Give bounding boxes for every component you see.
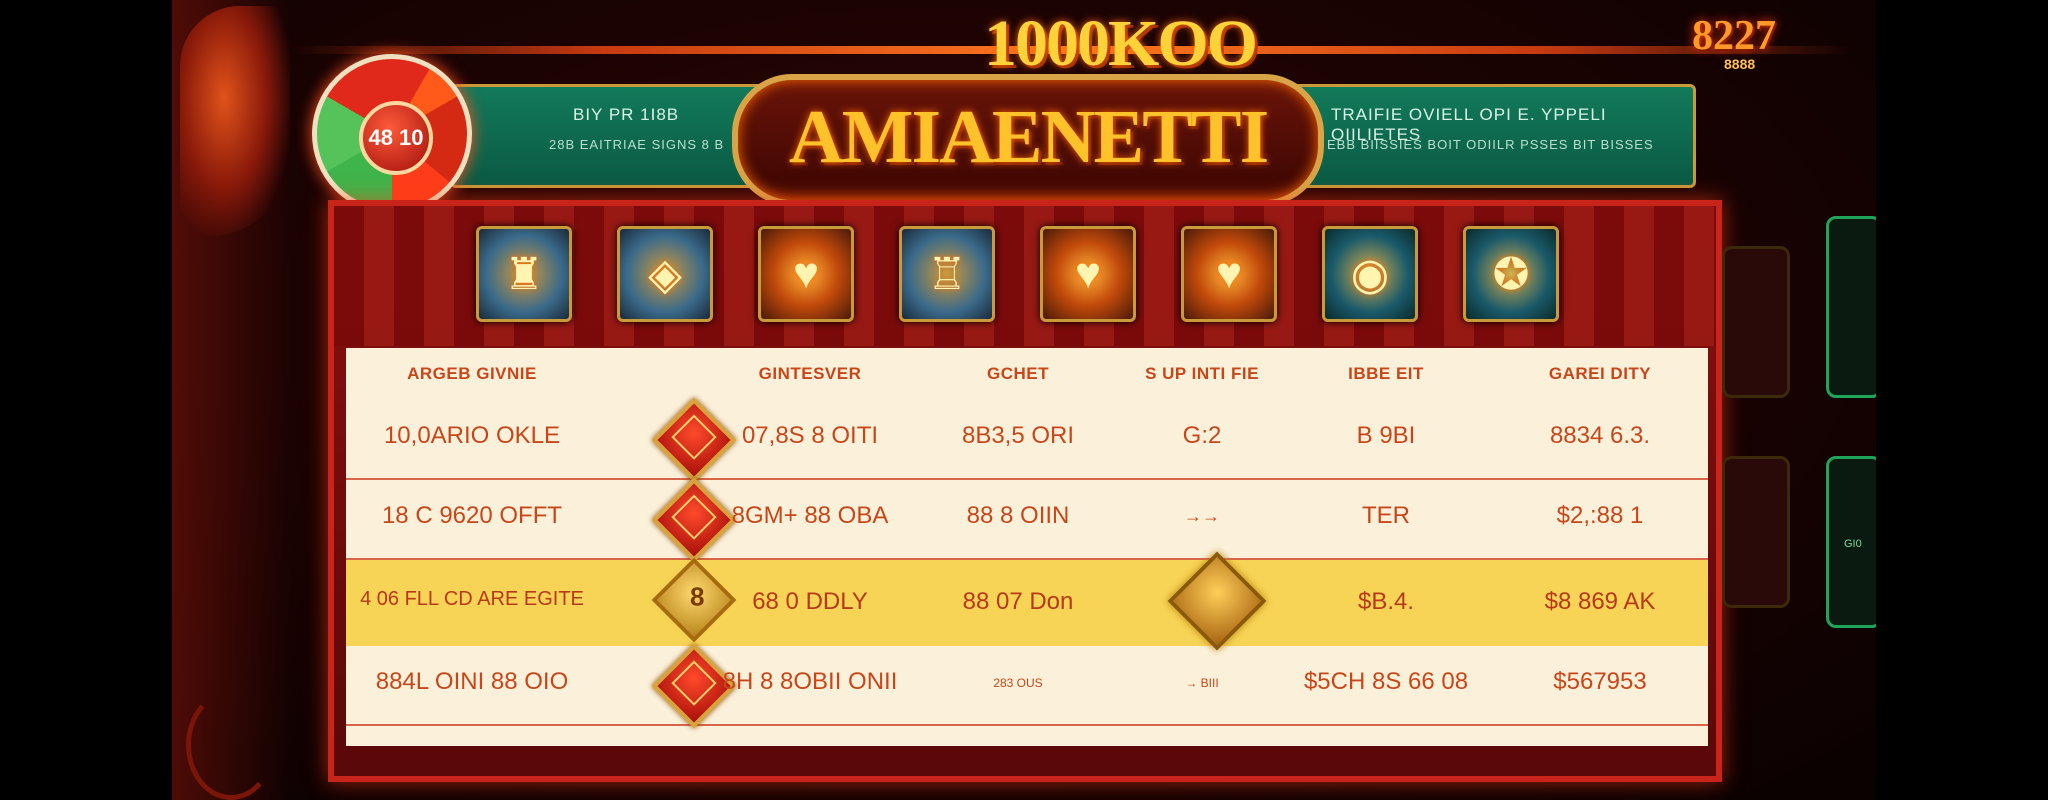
paytable-panel: ♜ ◈ ♥ ♖ ♥ ♥ ◉ ✪ ARGEB GIVNIE GINTESVER GCHET S … [328, 200, 1722, 782]
symbol-glyph-icon: ♥ [1074, 249, 1102, 298]
tower-symbol[interactable]: ♜ [476, 226, 572, 322]
title-plaque: AMIAENETTI [732, 74, 1324, 206]
cell: 88 8 OIIN [966, 502, 1070, 529]
cell: 68 0 DDLY [752, 588, 868, 615]
side-card-green[interactable] [1826, 216, 1876, 398]
cell: 07,8S 8 OITI [741, 422, 879, 449]
cell: 4 06 FLL CD ARE EGITE [360, 588, 584, 610]
gem-icon [651, 477, 737, 563]
seal-symbol[interactable]: ✪ [1463, 226, 1559, 322]
swirl-decoration-bottom [186, 690, 276, 800]
cell: 8GM+ 88 OBA [731, 502, 889, 529]
cell: $8 869 AK [1544, 588, 1656, 615]
emblem-symbol[interactable]: ◈ [617, 226, 713, 322]
cell: B 9BI [1356, 422, 1416, 449]
paytable: ARGEB GIVNIE GINTESVER GCHET S UP INTI F… [346, 348, 1708, 746]
header-col-6: GAREI DITY [1548, 364, 1652, 383]
cell: $2,:88 1 [1556, 502, 1644, 529]
bonus-medallion-icon [1167, 551, 1267, 651]
symbol-glyph-icon: ◈ [648, 249, 682, 299]
header-col-5: IBBE EIT [1348, 364, 1424, 383]
banner-left-line1: BIY PR 1I8B [573, 105, 680, 124]
symbol-glyph-icon: ♖ [927, 249, 967, 299]
side-card-label: GI0 [1844, 538, 1862, 550]
table-row[interactable]: 10,0ARIO OKLE 07,8S 8 OITI 8B3,5 ORI G:2… [346, 397, 1708, 483]
cell: 8B3,5 ORI [961, 422, 1075, 449]
cell: 8834 6.3. [1549, 422, 1651, 449]
spin-wheel[interactable]: 48 10 [312, 54, 472, 214]
cell: 10,0ARIO OKLE [383, 422, 561, 449]
info-banner-right: TRAIFIE OVIELL OPI E. YPPELI OIILIETES E… [1292, 84, 1696, 188]
coin-label: 8 [689, 581, 705, 612]
header-col-1: ARGEB GIVNIE [407, 364, 537, 383]
spin-wheel-hub[interactable]: 48 10 [359, 101, 433, 175]
symbol-glyph-icon: ♥ [792, 249, 820, 298]
symbol-strip: ♜ ◈ ♥ ♖ ♥ ♥ ◉ ✪ [476, 226, 1559, 322]
symbol-glyph-icon: ♜ [504, 249, 544, 299]
cell: G:2 [1182, 422, 1222, 449]
castle-symbol[interactable]: ♖ [899, 226, 995, 322]
cell: $B.4. [1357, 588, 1415, 615]
flame-swirl-decoration [180, 6, 290, 236]
banner-left-line2: 28B EAITRIAE SIGNS 8 B [549, 137, 725, 152]
balance-counter: 8227 [1692, 13, 1776, 59]
flaming-heart-symbol-3[interactable]: ♥ [1181, 226, 1277, 322]
plaque-title: AMIAENETTI [788, 95, 1269, 179]
arrow-icon: →→ [1184, 506, 1220, 526]
header-col-4: S UP INTI FIE [1145, 364, 1259, 383]
table-header: ARGEB GIVNIE GINTESVER GCHET S UP INTI F… [346, 348, 1708, 400]
header-col-2: GINTESVER [758, 364, 862, 383]
globe-symbol[interactable]: ◉ [1322, 226, 1418, 322]
flaming-heart-symbol-2[interactable]: ♥ [1040, 226, 1136, 322]
flaming-heart-symbol[interactable]: ♥ [758, 226, 854, 322]
symbol-glyph-icon: ✪ [1492, 249, 1530, 299]
symbol-glyph-icon: ♥ [1215, 249, 1243, 298]
cell: 18 C 9620 OFFT [381, 502, 563, 529]
cell: 88 07 Don [962, 588, 1074, 615]
table-row[interactable]: 18 C 9620 OFFT 8GM+ 88 OBA 88 8 OIIN →→ … [346, 477, 1708, 563]
gem-icon [651, 397, 737, 483]
side-card[interactable] [1722, 246, 1790, 398]
wheel-label: 48 10 [368, 125, 424, 150]
cell: 884L OINI 88 OIO [375, 668, 569, 695]
banner-right-line2: EBB BIISSIES BOIT ODIILR PSSES BIT BISSE… [1327, 137, 1654, 152]
header-col-3: GCHET [987, 364, 1049, 383]
cell: $567953 [1553, 668, 1647, 695]
cell: → BIII [1185, 676, 1219, 690]
table-row[interactable]: 884L OINI 88 OIO 8H 8 8OBII ONII 283 OUS… [346, 643, 1708, 729]
side-card[interactable] [1722, 456, 1790, 608]
coin-icon: 8 [651, 557, 737, 643]
symbol-glyph-icon: ◉ [1350, 249, 1390, 299]
cell: $5CH 8S 66 08 [1303, 668, 1469, 695]
cell: 8H 8 8OBII ONII [722, 668, 898, 695]
cell: 283 OUS [993, 676, 1043, 690]
balance-sub-label: 8888 [1724, 56, 1756, 72]
jackpot-title: 1000KOO [983, 7, 1258, 80]
game-stage: 1000KOO 8227 8888 BIY PR 1I8B 28B EAITRI… [172, 0, 1876, 800]
cell: TER [1362, 502, 1410, 529]
table-row-highlighted[interactable]: 8 4 06 FLL CD ARE EGITE 68 0 DDLY 88 07 … [346, 551, 1708, 651]
